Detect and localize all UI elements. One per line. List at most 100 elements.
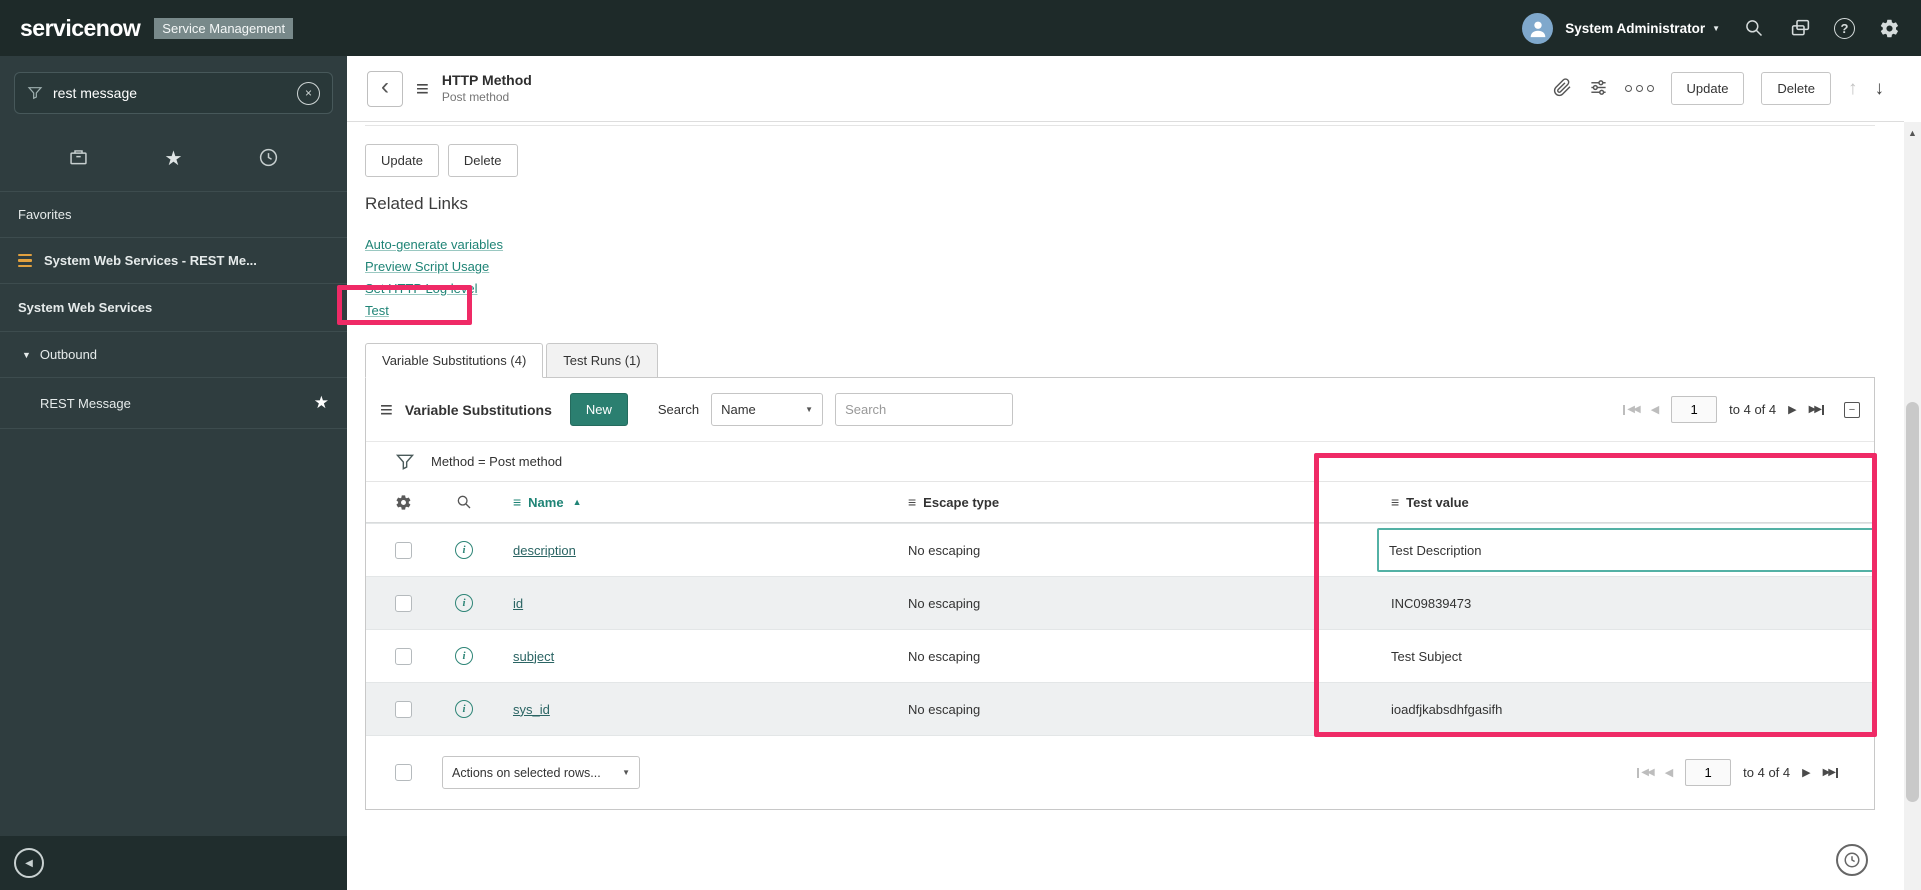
related-links: Auto-generate variables Preview Script U… <box>365 234 1904 322</box>
escape-type-cell: No escaping <box>908 595 981 611</box>
update-button-bottom[interactable]: Update <box>365 144 439 177</box>
last-page-button[interactable]: ▶▶ <box>1823 767 1838 778</box>
next-page-button[interactable]: ▶ <box>1802 766 1810 779</box>
page-input[interactable] <box>1671 396 1718 423</box>
help-icon[interactable]: ? <box>1834 17 1855 39</box>
escape-type-cell: No escaping <box>908 701 981 717</box>
row-checkbox[interactable] <box>395 647 412 665</box>
clear-search-icon[interactable]: × <box>297 81 320 105</box>
link-set-http-log-level[interactable]: Set HTTP Log level <box>365 278 477 300</box>
delete-button-bottom[interactable]: Delete <box>447 144 518 177</box>
arrow-next-icon: ▶ <box>1802 767 1811 779</box>
actions-select[interactable]: Actions on selected rows... ▼ <box>442 756 640 789</box>
search-field-select[interactable]: Name ▼ <box>711 393 824 426</box>
chevron-left-icon: ◀ <box>25 857 33 869</box>
list-footer: Actions on selected rows... ▼ ◀◀ ◀ to 4 … <box>366 735 1874 809</box>
col-header-test-value[interactable]: ≡ Test value <box>1385 494 1874 510</box>
rest-message-label: REST Message <box>40 395 131 411</box>
test-value-cell[interactable]: ioadfjkabsdhfgasifh <box>1391 702 1502 717</box>
list-title: Variable Substitutions <box>404 401 552 418</box>
sidebar-tab-applications[interactable] <box>68 147 89 171</box>
user-menu[interactable]: System Administrator ▼ <box>1565 21 1720 36</box>
list-filter-text[interactable]: Method = Post method <box>431 454 562 469</box>
scroll-thumb[interactable] <box>1906 402 1919 802</box>
list-toolbar: ≡ Variable Substitutions New Search Name… <box>366 378 1874 442</box>
filter-funnel-icon[interactable] <box>395 452 415 472</box>
attachment-icon[interactable] <box>1553 77 1572 100</box>
link-preview-script-usage[interactable]: Preview Script Usage <box>365 256 489 278</box>
previous-page-button[interactable]: ◀ <box>1665 766 1673 779</box>
search-icon[interactable] <box>1742 16 1766 40</box>
col-header-escape-type[interactable]: ≡ Escape type <box>902 494 1385 510</box>
test-value-input[interactable] <box>1377 528 1875 572</box>
record-link[interactable]: sys_id <box>513 702 550 717</box>
first-page-button[interactable]: ◀◀ <box>1623 404 1641 415</box>
tab-test-runs[interactable]: Test Runs (1) <box>546 343 658 378</box>
first-page-button[interactable]: ◀◀ <box>1637 767 1655 778</box>
sidebar-item-outbound[interactable]: ▼ Outbound <box>0 332 347 378</box>
sidebar-tab-history[interactable] <box>258 147 279 171</box>
info-icon[interactable]: i <box>455 541 473 559</box>
form-context-menu-icon[interactable]: ≡ <box>416 76 429 102</box>
arrow-first-icon: ◀◀ <box>1627 404 1640 415</box>
collapse-list-button[interactable]: − <box>1844 401 1860 418</box>
sidebar-filter-input[interactable] <box>53 85 287 101</box>
column-menu-icon[interactable]: ≡ <box>513 494 521 510</box>
form-subtitle: Post method <box>441 89 510 104</box>
row-checkbox[interactable] <box>395 594 412 612</box>
column-menu-icon[interactable]: ≡ <box>1391 494 1399 510</box>
page-range-text: to 4 of 4 <box>1743 765 1791 780</box>
sidebar-item-rest-message-favorite[interactable]: System Web Services - REST Me... <box>0 238 347 284</box>
sidebar-collapse-button[interactable]: ◀ <box>14 848 44 878</box>
sidebar-section-system-web-services: System Web Services <box>0 284 347 332</box>
new-button[interactable]: New <box>569 393 628 426</box>
form-header: ‹ ≡ HTTP Method Post method Update Delet… <box>347 56 1904 122</box>
test-value-cell[interactable]: Test Subject <box>1391 649 1462 664</box>
next-record-button[interactable]: ↓ <box>1875 78 1885 100</box>
favorite-star-icon[interactable]: ★ <box>314 393 329 413</box>
response-time-icon[interactable] <box>1836 844 1868 876</box>
scroll-up-arrow[interactable]: ▲ <box>1904 128 1921 138</box>
link-test[interactable]: Test <box>365 300 389 322</box>
previous-page-button[interactable]: ◀ <box>1651 403 1659 416</box>
gear-icon[interactable] <box>395 494 412 511</box>
favorite-list-icon <box>18 253 32 268</box>
last-page-button[interactable]: ▶▶ <box>1809 404 1824 415</box>
info-icon[interactable]: i <box>455 594 473 612</box>
info-icon[interactable]: i <box>455 647 473 665</box>
conversations-icon[interactable] <box>1788 16 1812 40</box>
info-icon[interactable]: i <box>455 700 473 718</box>
record-link[interactable]: description <box>513 543 576 558</box>
link-auto-generate-variables[interactable]: Auto-generate variables <box>365 234 503 256</box>
search-icon[interactable] <box>456 494 472 510</box>
gear-icon[interactable] <box>1877 16 1901 40</box>
column-menu-icon[interactable]: ≡ <box>908 494 916 510</box>
user-name: System Administrator <box>1565 20 1706 36</box>
tab-variable-substitutions[interactable]: Variable Substitutions (4) <box>365 343 544 378</box>
sidebar-item-rest-message[interactable]: REST Message ★ <box>0 378 347 429</box>
arrow-next-icon: ▶ <box>1788 404 1797 416</box>
row-checkbox[interactable] <box>395 541 412 559</box>
record-link[interactable]: id <box>513 596 523 611</box>
page-input[interactable] <box>1685 759 1732 786</box>
list-context-menu-icon[interactable]: ≡ <box>380 397 393 423</box>
chevron-down-icon: ▼ <box>805 405 814 414</box>
sidebar-tab-favorites[interactable]: ★ <box>165 146 183 171</box>
back-button[interactable]: ‹ <box>367 70 403 107</box>
next-page-button[interactable]: ▶ <box>1788 403 1796 416</box>
test-value-cell[interactable]: INC09839473 <box>1391 596 1471 611</box>
record-link[interactable]: subject <box>513 649 554 664</box>
sidebar-search: × <box>14 72 333 114</box>
update-button[interactable]: Update <box>1670 72 1745 105</box>
col-header-name[interactable]: ≡ Name ▲ <box>500 494 902 510</box>
personalize-icon[interactable] <box>1589 78 1608 100</box>
more-options-icon[interactable] <box>1624 85 1654 92</box>
previous-record-button[interactable]: ↑ <box>1848 78 1858 100</box>
sidebar: × ★ Favorites System Web Services - REST… <box>0 56 347 890</box>
avatar[interactable] <box>1522 12 1554 44</box>
applications-icon <box>70 149 87 164</box>
select-all-checkbox[interactable] <box>395 764 412 781</box>
delete-button[interactable]: Delete <box>1761 72 1831 105</box>
list-search-input[interactable] <box>835 393 1014 426</box>
row-checkbox[interactable] <box>395 700 412 718</box>
